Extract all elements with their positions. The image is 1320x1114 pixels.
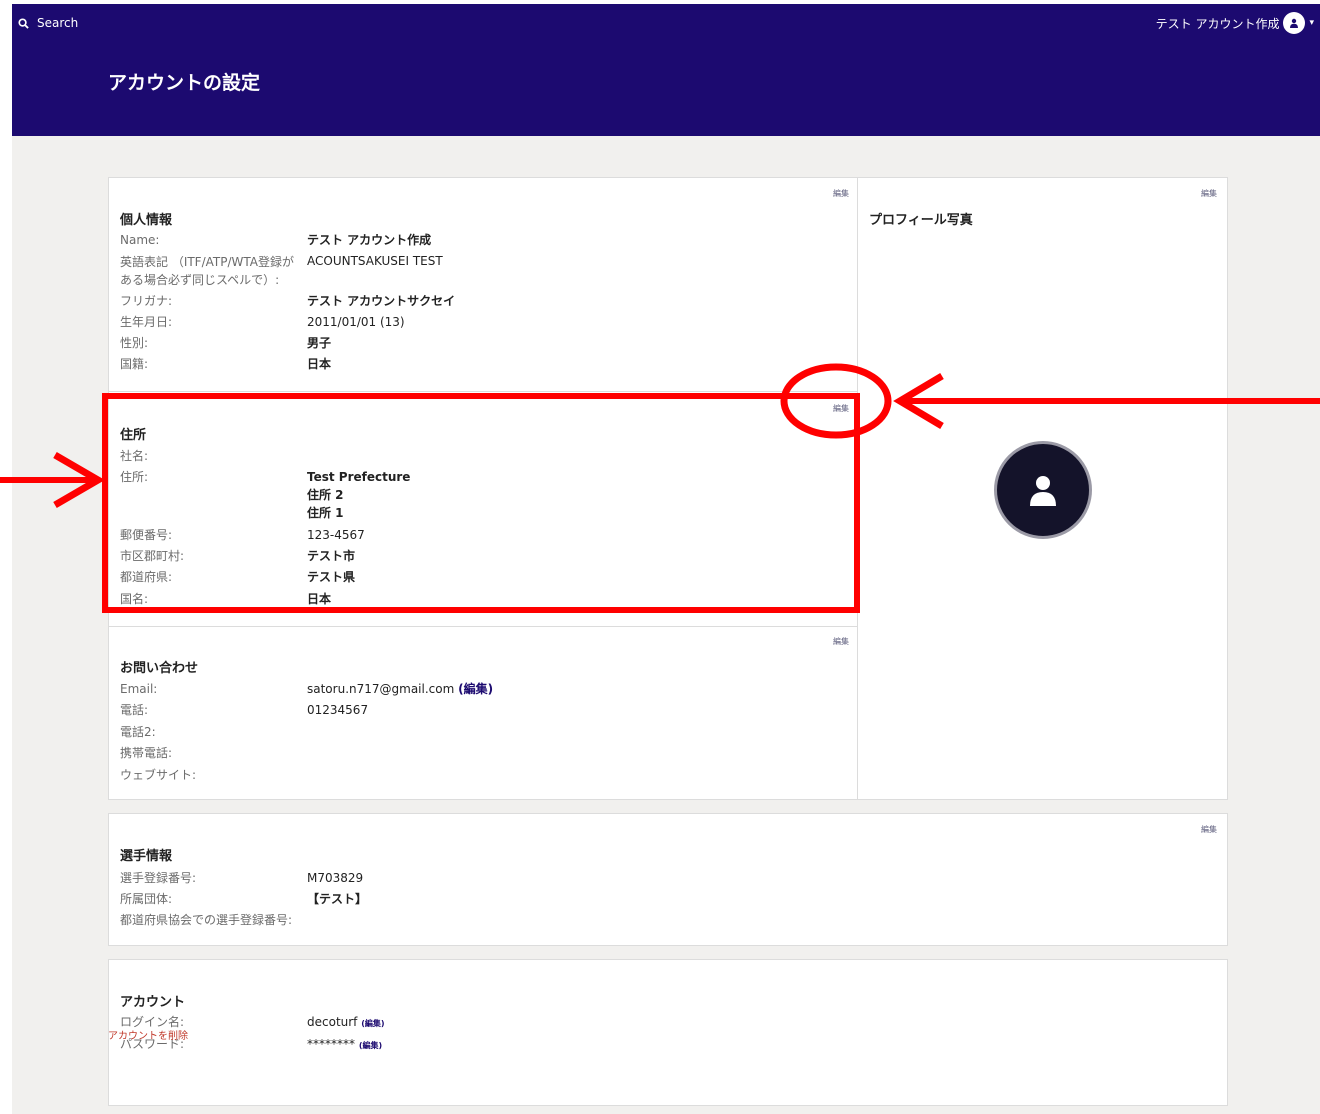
field-value: 住所 2 <box>307 488 344 502</box>
personal-section-title: 個人情報 <box>120 213 173 228</box>
field-label: 生年月日: <box>120 315 173 329</box>
main-info-card: 編集 個人情報 Name: テスト アカウント作成 英語表記 （ITF/ATP/… <box>108 177 1228 800</box>
field-label: 電話: <box>120 703 149 717</box>
player-edit-link[interactable]: 編集 <box>1201 824 1217 835</box>
delete-account-link[interactable]: アカウントを削除 <box>108 1027 188 1042</box>
field-label: 国名: <box>120 592 149 606</box>
field-label: Name: <box>120 233 160 247</box>
player-section-title: 選手情報 <box>120 849 173 864</box>
personal-edit-link[interactable]: 編集 <box>833 188 849 199</box>
field-label: 英語表記 （ITF/ATP/WTA登録がある場合必ず同じスペルで）: <box>120 255 294 287</box>
field-label: 社名: <box>120 449 149 463</box>
field-label: Email: <box>120 682 158 696</box>
field-label: 都道府県: <box>120 570 173 584</box>
header-bar: Search テスト アカウント作成 ▾ アカウントの設定 <box>12 4 1320 136</box>
field-value: テスト市 <box>307 549 356 563</box>
field-value: テスト アカウント作成 <box>307 233 432 247</box>
password-value: ******** <box>307 1037 355 1051</box>
chevron-down-icon: ▾ <box>1309 18 1314 28</box>
field-label: 郵便番号: <box>120 528 173 542</box>
field-label: 住所: <box>120 470 149 484</box>
column-divider <box>857 178 858 799</box>
user-menu[interactable]: テスト アカウント作成 ▾ <box>1156 12 1314 34</box>
player-info-card: 編集 選手情報 選手登録番号: M703829 所属団体: 【テスト】 都道府県… <box>108 813 1228 946</box>
field-label: 性別: <box>120 336 149 350</box>
field-value: 01234567 <box>307 703 369 717</box>
page-frame: Search テスト アカウント作成 ▾ アカウントの設定 編集 個人情報 Na… <box>12 4 1320 1114</box>
field-value: テスト アカウントサクセイ <box>307 294 456 308</box>
section-divider <box>109 626 857 627</box>
search-label: Search <box>37 16 79 30</box>
address-edit-link[interactable]: 編集 <box>833 403 849 414</box>
user-icon <box>1030 476 1056 506</box>
field-value: decoturf (編集) <box>307 1014 607 1032</box>
field-value: ACOUNTSAKUSEI TEST <box>307 254 443 268</box>
field-value: 123-4567 <box>307 528 365 542</box>
page-title: アカウントの設定 <box>108 72 261 94</box>
field-value: 住所 1 <box>307 506 344 520</box>
login-value: decoturf <box>307 1015 358 1029</box>
field-label: フリガナ: <box>120 294 173 308</box>
field-value: 日本 <box>307 592 332 606</box>
field-value: Test Prefecture <box>307 470 411 484</box>
email-value: satoru.n717@gmail.com <box>307 682 455 696</box>
field-value: satoru.n717@gmail.com (編集) <box>307 681 667 697</box>
profile-photo-title: プロフィール写真 <box>869 213 973 228</box>
field-value: 男子 <box>307 336 332 350</box>
field-label: 所属団体: <box>120 892 173 906</box>
account-card: アカウント ログイン名: decoturf (編集) パスワード: ******… <box>108 959 1228 1106</box>
field-label: 都道府県協会での選手登録番号: <box>120 913 293 927</box>
field-label: 携帯電話: <box>120 746 173 760</box>
field-value: テスト県 <box>307 570 356 584</box>
field-value: ******** (編集) <box>307 1036 607 1054</box>
address-section-title: 住所 <box>120 428 147 443</box>
password-edit-link[interactable]: (編集) <box>359 1041 382 1050</box>
login-edit-link[interactable]: (編集) <box>361 1019 384 1028</box>
section-divider <box>109 391 857 392</box>
user-avatar-icon <box>1283 12 1306 34</box>
search-button[interactable]: Search <box>18 16 78 30</box>
field-label: ウェブサイト: <box>120 768 197 782</box>
field-value: 2011/01/01 (13) <box>307 315 405 329</box>
user-name: テスト アカウント作成 <box>1155 16 1280 31</box>
field-label: 電話2: <box>120 725 156 739</box>
field-value: M703829 <box>307 871 364 885</box>
field-label: 市区郡町村: <box>120 549 185 563</box>
contact-section-title: お問い合わせ <box>120 661 199 676</box>
email-edit-link[interactable]: (編集) <box>458 682 493 696</box>
field-label: 国籍: <box>120 357 149 371</box>
profile-photo-edit-link[interactable]: 編集 <box>1201 188 1217 199</box>
account-section-title: アカウント <box>120 995 186 1010</box>
field-label: 選手登録番号: <box>120 871 197 885</box>
profile-avatar[interactable] <box>994 441 1092 539</box>
field-value: 日本 <box>307 357 332 371</box>
search-icon <box>18 17 29 29</box>
contact-edit-link[interactable]: 編集 <box>833 636 849 647</box>
field-value: 【テスト】 <box>307 892 368 906</box>
